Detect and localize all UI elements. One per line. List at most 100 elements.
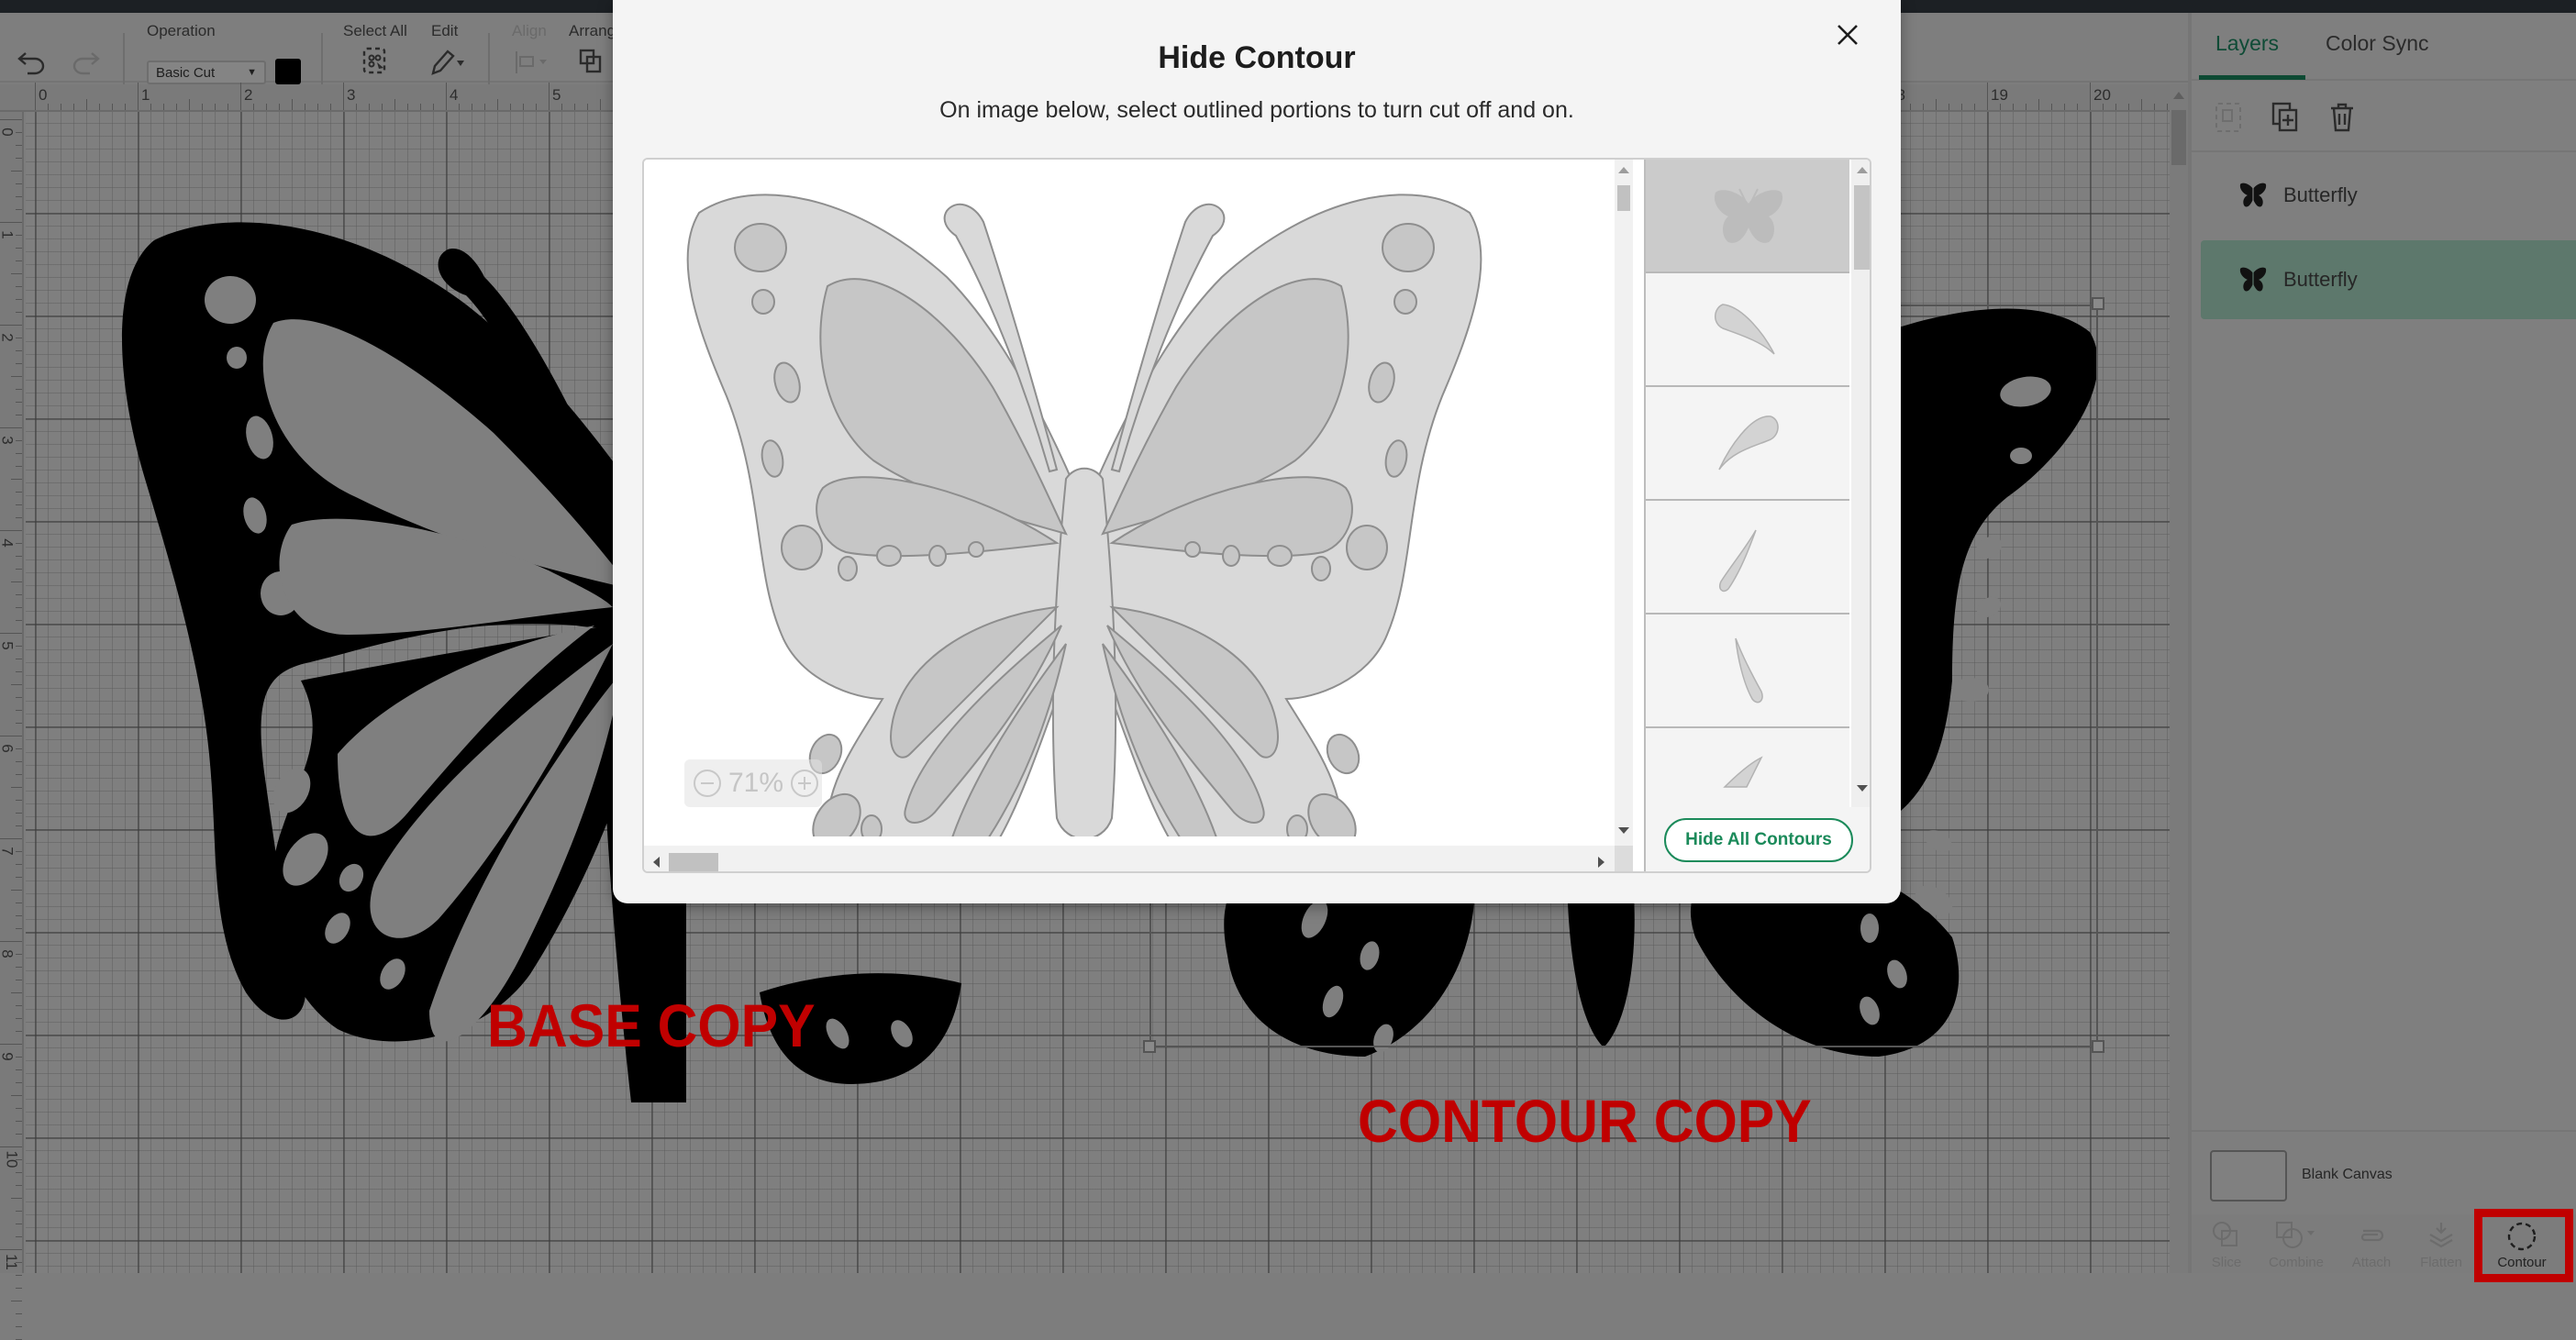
operation-value: Basic Cut (156, 64, 216, 81)
blank-canvas-row[interactable]: Blank Canvas (2192, 1130, 2576, 1214)
close-icon[interactable] (1831, 18, 1864, 51)
thumbnail-butterfly-full[interactable] (1646, 160, 1849, 273)
scroll-down-arrow[interactable] (1618, 827, 1629, 834)
ruler-tick (356, 104, 357, 110)
zoom-out-icon[interactable] (694, 770, 721, 797)
scroll-up-arrow[interactable] (1618, 167, 1629, 173)
scroll-thumb[interactable] (2171, 110, 2186, 165)
ruler-tick-label: 7 (0, 847, 17, 856)
scroll-thumb[interactable] (1854, 185, 1870, 270)
zoom-level: 71% (728, 768, 784, 798)
hide-all-contours-button[interactable]: Hide All Contours (1664, 818, 1853, 862)
ruler-tick-label: 3 (347, 86, 356, 104)
scroll-thumb[interactable] (1617, 185, 1630, 211)
ruler-tick (2154, 104, 2155, 110)
scroll-up-arrow[interactable] (2173, 92, 2184, 99)
ruler-tick (16, 543, 22, 544)
preview-image-area[interactable]: 71% (644, 160, 1615, 846)
thumbnail-contour[interactable] (1646, 387, 1849, 501)
select-all-icon[interactable] (361, 46, 389, 77)
ruler-tick (0, 427, 22, 428)
edit-pencil-icon[interactable] (427, 46, 468, 77)
ruler-tick (16, 132, 22, 133)
combine-button[interactable]: Combine (2261, 1214, 2331, 1273)
operation-select[interactable]: Basic Cut ▼ (147, 61, 266, 84)
ruler-tick (11, 1095, 22, 1096)
ruler-tick (600, 99, 601, 110)
color-swatch[interactable] (275, 59, 301, 84)
resize-handle[interactable] (2092, 297, 2104, 310)
ruler-tick (16, 492, 22, 493)
ruler-tick (35, 83, 36, 110)
ruler-tick (459, 104, 460, 110)
tab-color-sync[interactable]: Color Sync (2326, 31, 2428, 56)
toolbar-divider (488, 33, 490, 84)
ruler-tick (587, 104, 588, 110)
ruler-tick (150, 104, 151, 110)
flatten-button[interactable]: Flatten (2406, 1214, 2476, 1273)
contour-piece-thumbnail (1715, 304, 1775, 355)
attach-button[interactable]: Attach (2337, 1214, 2406, 1273)
ruler-tick (2115, 104, 2116, 110)
ruler-tick (11, 1198, 22, 1199)
ruler-tick (2103, 104, 2104, 110)
preview-horizontal-scrollbar[interactable] (644, 846, 1615, 871)
ruler-tick (16, 286, 22, 287)
duplicate-icon[interactable] (2271, 101, 2302, 134)
butterfly-icon (2239, 183, 2267, 207)
scroll-left-arrow[interactable] (653, 857, 660, 868)
layer-item[interactable]: Butterfly (2201, 156, 2576, 235)
ruler-tick (11, 171, 22, 172)
thumbnail-contour[interactable] (1646, 501, 1849, 615)
preview-vertical-scrollbar[interactable] (1615, 160, 1633, 846)
redo-icon[interactable] (70, 48, 101, 75)
align-label: Align (512, 22, 547, 39)
ruler-tick (16, 1172, 22, 1173)
ruler-tick (176, 104, 177, 110)
ruler-tick (16, 402, 22, 403)
scroll-right-arrow[interactable] (1598, 857, 1604, 868)
thumbnail-contour[interactable] (1646, 273, 1849, 387)
resize-handle[interactable] (2092, 1040, 2104, 1053)
ruler-tick (16, 350, 22, 351)
tab-layers[interactable]: Layers (2215, 31, 2279, 56)
ruler-tick (420, 104, 421, 110)
ruler-tick (11, 890, 22, 891)
ruler-tick (16, 813, 22, 814)
layer-item-selected[interactable]: Butterfly (2201, 240, 2576, 319)
thumbnail-contour[interactable] (1646, 728, 1849, 807)
zoom-in-icon[interactable] (791, 770, 819, 797)
ruler-tick-label: 0 (39, 86, 48, 104)
canvas-vertical-scrollbar[interactable] (2170, 84, 2188, 1273)
resize-handle[interactable] (1143, 1040, 1156, 1053)
ruler-tick (202, 104, 203, 110)
ruler-tick (1910, 104, 1911, 110)
ruler-tick (16, 774, 22, 775)
ruler-tick (16, 1313, 22, 1314)
ruler-tick (16, 389, 22, 390)
scroll-thumb[interactable] (669, 853, 718, 871)
trash-icon[interactable] (2327, 101, 2357, 134)
contour-thumbnail-list[interactable] (1644, 160, 1851, 807)
ruler-tick (0, 1249, 22, 1250)
contour-piece-thumbnail (1718, 415, 1779, 471)
ruler-tick (16, 1069, 22, 1070)
combine-label: Combine (2268, 1255, 2325, 1270)
scroll-up-arrow[interactable] (1857, 167, 1868, 173)
thumbnail-contour[interactable] (1646, 615, 1849, 728)
contour-piece-thumbnail (1718, 529, 1757, 592)
arrange-icon[interactable] (578, 48, 611, 77)
scroll-down-arrow[interactable] (1857, 785, 1868, 792)
ruler-tick (0, 838, 22, 839)
ruler-tick (16, 453, 22, 454)
butterfly-preview[interactable] (672, 185, 1497, 836)
ruler-tick (266, 104, 267, 110)
ruler-tick (1936, 99, 1937, 110)
ruler-tick-label: 5 (0, 641, 17, 650)
slice-button[interactable]: Slice (2192, 1214, 2261, 1273)
ruler-tick (11, 479, 22, 480)
flatten-label: Flatten (2420, 1255, 2462, 1270)
undo-icon[interactable] (17, 48, 48, 75)
thumbnail-list-scrollbar[interactable] (1851, 160, 1870, 807)
ruler-tick-label: 8 (0, 949, 17, 958)
